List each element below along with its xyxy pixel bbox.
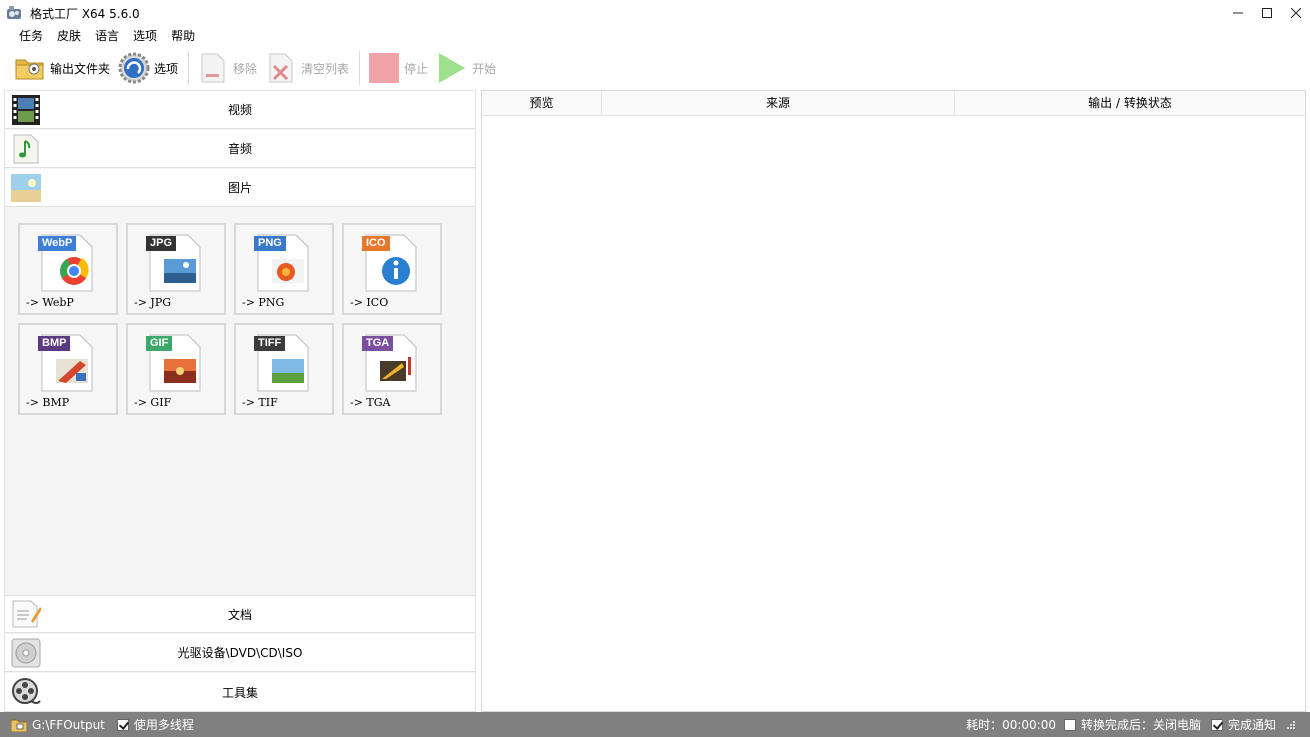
elapsed-time: 耗时：00:00:00 xyxy=(966,718,1056,732)
format-label: -> BMP xyxy=(26,396,70,409)
toolbar-divider xyxy=(359,51,361,85)
format-label: -> TGA xyxy=(350,396,391,409)
category-video[interactable]: 视频 xyxy=(5,91,475,129)
multithread-label: 使用多线程 xyxy=(133,718,194,732)
menu-help[interactable]: 帮助 xyxy=(164,26,202,46)
after-done-label: 转换完成后：关闭电脑 xyxy=(1080,718,1201,732)
remove-file-icon xyxy=(201,53,225,83)
menu-language[interactable]: 语言 xyxy=(88,26,126,46)
menu-skin[interactable]: 皮肤 xyxy=(50,26,88,46)
toolbar-divider xyxy=(188,51,190,85)
format-label: -> GIF xyxy=(134,396,172,409)
disc-drive-icon xyxy=(11,638,41,667)
options-label: 选项 xyxy=(154,61,179,76)
film-icon xyxy=(12,94,40,125)
format-badge: TIFF xyxy=(254,336,286,351)
close-icon xyxy=(1290,8,1301,18)
minimize-icon xyxy=(1232,12,1243,14)
format-badge: GIF xyxy=(146,336,173,351)
category-audio-label: 音频 xyxy=(227,142,252,156)
output-path[interactable]: G:\FFOutput xyxy=(32,718,105,732)
minimize-button[interactable] xyxy=(1223,0,1252,26)
menu-options[interactable]: 选项 xyxy=(126,26,164,46)
clear-list-icon xyxy=(269,53,293,83)
category-image-label: 图片 xyxy=(227,181,252,195)
format-tile-png[interactable]: PNG -> PNG xyxy=(234,223,334,315)
format-badge: PNG xyxy=(254,236,286,251)
film-reel-icon xyxy=(12,678,41,704)
options-button[interactable]: 选项 xyxy=(118,50,178,86)
category-panel: 视频 音频 图片 WebP -> WebP JPG -> JPG PNG -> … xyxy=(4,90,476,712)
category-tools[interactable]: 工具集 xyxy=(5,673,475,711)
format-label: -> PNG xyxy=(242,296,285,309)
output-folder-button[interactable]: 输出文件夹 xyxy=(14,50,110,86)
clear-list-button[interactable]: 清空列表 xyxy=(265,50,349,86)
output-folder-label: 输出文件夹 xyxy=(50,61,111,76)
column-preview[interactable]: 预览 xyxy=(482,91,602,116)
format-badge: TGA xyxy=(362,336,394,351)
task-list-header: 预览 来源 输出 / 转换状态 xyxy=(482,91,1305,116)
format-badge: BMP xyxy=(38,336,71,351)
clear-list-label: 清空列表 xyxy=(301,61,350,76)
task-list[interactable]: 预览 来源 输出 / 转换状态 xyxy=(481,90,1306,712)
category-audio[interactable]: 音频 xyxy=(5,130,475,168)
category-rom-label: 光驱设备\DVD\CD\ISO xyxy=(177,646,303,660)
category-document-label: 文档 xyxy=(227,607,252,622)
format-tile-jpg[interactable]: JPG -> JPG xyxy=(126,223,226,315)
menu-task[interactable]: 任务 xyxy=(12,26,50,46)
format-tile-tiff[interactable]: TIFF -> TIF xyxy=(234,323,334,415)
column-output-status[interactable]: 输出 / 转换状态 xyxy=(955,91,1305,116)
format-tile-tga[interactable]: TGA -> TGA xyxy=(342,323,442,415)
close-button[interactable] xyxy=(1281,0,1310,26)
format-badge: ICO xyxy=(362,236,390,251)
app-logo-icon xyxy=(7,6,21,19)
format-label: -> JPG xyxy=(134,296,172,309)
multithread-checkbox[interactable] xyxy=(116,718,129,731)
format-badge: WebP xyxy=(38,236,77,251)
start-button[interactable]: 开始 xyxy=(436,50,496,86)
resize-grip-icon[interactable] xyxy=(1286,720,1296,730)
format-tile-ico[interactable]: ICO -> ICO xyxy=(342,223,442,315)
play-icon xyxy=(439,53,466,83)
format-label: -> ICO xyxy=(350,296,389,309)
category-rom-device[interactable]: 光驱设备\DVD\CD\ISO xyxy=(5,634,475,672)
format-label: -> WebP xyxy=(26,296,74,309)
maximize-icon xyxy=(1261,8,1272,18)
notify-label: 完成通知 xyxy=(1227,718,1276,732)
format-label: -> TIF xyxy=(242,396,278,409)
format-tile-webp[interactable]: WebP -> WebP xyxy=(18,223,118,315)
folder-icon xyxy=(15,59,44,80)
format-tile-bmp[interactable]: BMP -> BMP xyxy=(18,323,118,415)
folder-icon xyxy=(11,719,27,732)
format-tile-gif[interactable]: GIF -> GIF xyxy=(126,323,226,415)
stop-label: 停止 xyxy=(404,61,429,76)
title-bar: 格式工厂 X64 5.6.0 xyxy=(0,0,1310,26)
remove-label: 移除 xyxy=(233,61,258,76)
category-video-label: 视频 xyxy=(227,103,252,117)
category-document[interactable]: 文档 xyxy=(5,595,475,633)
start-label: 开始 xyxy=(472,61,497,76)
window-title: 格式工厂 X64 5.6.0 xyxy=(30,6,140,21)
toolbar: 输出文件夹 选项 移除 清空列表 停止 开始 xyxy=(0,47,1310,89)
category-tools-label: 工具集 xyxy=(221,685,258,700)
document-pen-icon xyxy=(12,600,41,628)
remove-button[interactable]: 移除 xyxy=(197,50,257,86)
column-source[interactable]: 来源 xyxy=(602,91,955,116)
status-bar: G:\FFOutput 使用多线程 耗时：00:00:00 转换完成后：关闭电脑… xyxy=(0,712,1310,737)
after-done-checkbox[interactable] xyxy=(1063,718,1076,731)
music-note-icon xyxy=(13,134,39,163)
category-image[interactable]: 图片 xyxy=(5,169,475,207)
notify-checkbox[interactable] xyxy=(1210,718,1223,731)
picture-icon xyxy=(11,173,41,202)
menu-bar: 任务 皮肤 语言 选项 帮助 xyxy=(0,26,202,46)
stop-icon xyxy=(369,53,400,83)
gear-icon xyxy=(118,52,150,84)
stop-button[interactable]: 停止 xyxy=(368,50,428,86)
format-badge: JPG xyxy=(146,236,177,251)
maximize-button[interactable] xyxy=(1252,0,1281,26)
